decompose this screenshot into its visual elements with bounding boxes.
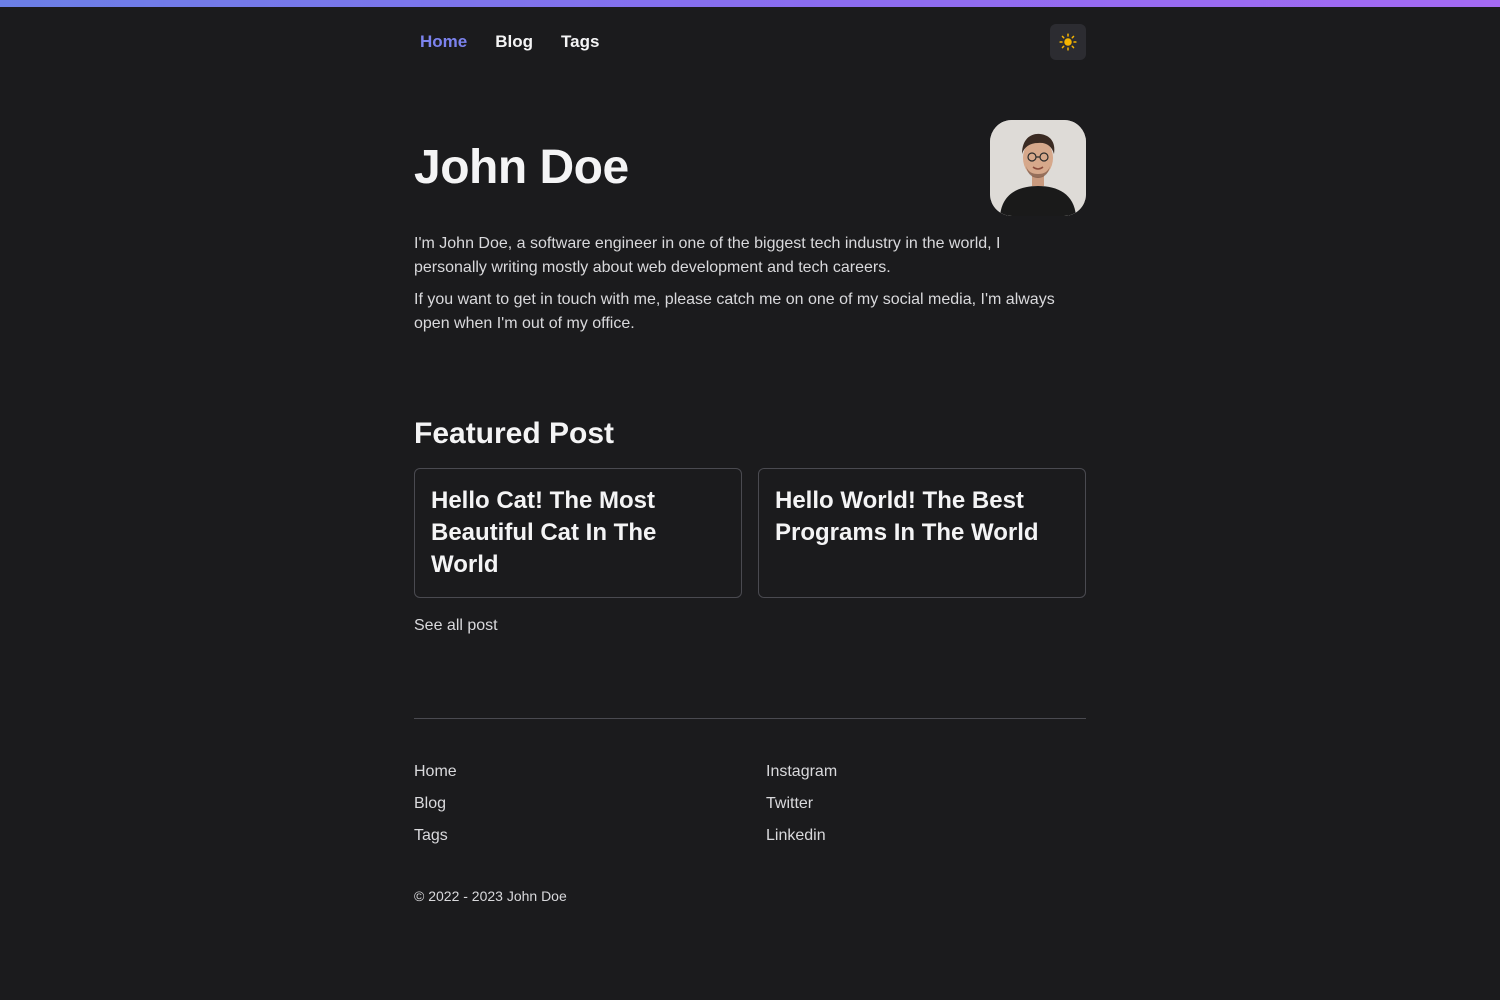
footer-link-instagram[interactable]: Instagram [766,760,837,784]
footer-social: Instagram Twitter Linkedin [766,760,837,848]
see-all-posts-link[interactable]: See all post [414,614,498,638]
post-card[interactable]: Hello Cat! The Most Beautiful Cat In The… [414,468,742,598]
copyright: © 2022 - 2023 John Doe [414,888,567,904]
bio: I'm John Doe, a software engineer in one… [414,232,1064,344]
sun-icon [1059,33,1077,51]
footer-link-linkedin[interactable]: Linkedin [766,824,837,848]
nav-link-home[interactable]: Home [420,30,467,54]
nav-links: Home Blog Tags [420,30,599,54]
post-card-title: Hello Cat! The Most Beautiful Cat In The… [431,487,657,578]
footer-link-tags[interactable]: Tags [414,824,457,848]
avatar [990,120,1086,216]
post-card[interactable]: Hello World! The Best Programs In The Wo… [758,468,1086,598]
top-nav: Home Blog Tags [414,24,1086,60]
footer-link-home[interactable]: Home [414,760,457,784]
nav-link-blog[interactable]: Blog [495,30,533,54]
featured-posts: Hello Cat! The Most Beautiful Cat In The… [414,468,1086,598]
nav-link-tags[interactable]: Tags [561,30,599,54]
post-card-title: Hello World! The Best Programs In The Wo… [775,487,1039,546]
top-gradient-bar [0,0,1500,7]
footer-link-twitter[interactable]: Twitter [766,792,837,816]
avatar-photo [990,120,1086,216]
bio-paragraph: I'm John Doe, a software engineer in one… [414,235,1001,276]
theme-toggle-button[interactable] [1050,24,1086,60]
bio-paragraph: If you want to get in touch with me, ple… [414,291,1055,332]
footer-link-blog[interactable]: Blog [414,792,457,816]
footer-nav: Home Blog Tags [414,760,457,848]
footer-divider [414,718,1086,719]
hero-name: John Doe [414,141,629,194]
featured-heading: Featured Post [414,417,615,450]
